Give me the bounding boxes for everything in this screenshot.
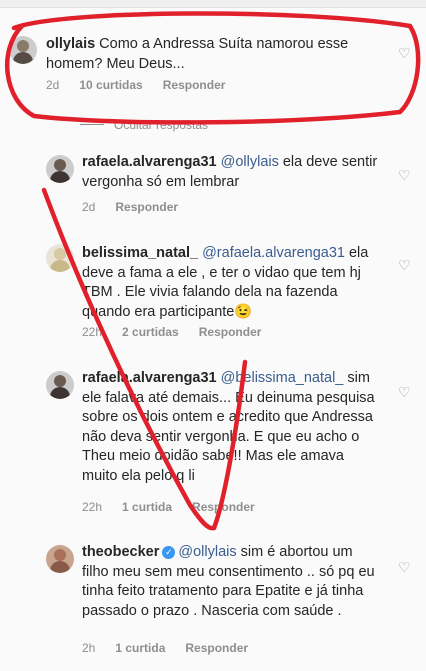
annotation-circle <box>5 11 421 125</box>
annotation-arrow <box>41 187 248 531</box>
annotation-overlay <box>5 11 421 531</box>
